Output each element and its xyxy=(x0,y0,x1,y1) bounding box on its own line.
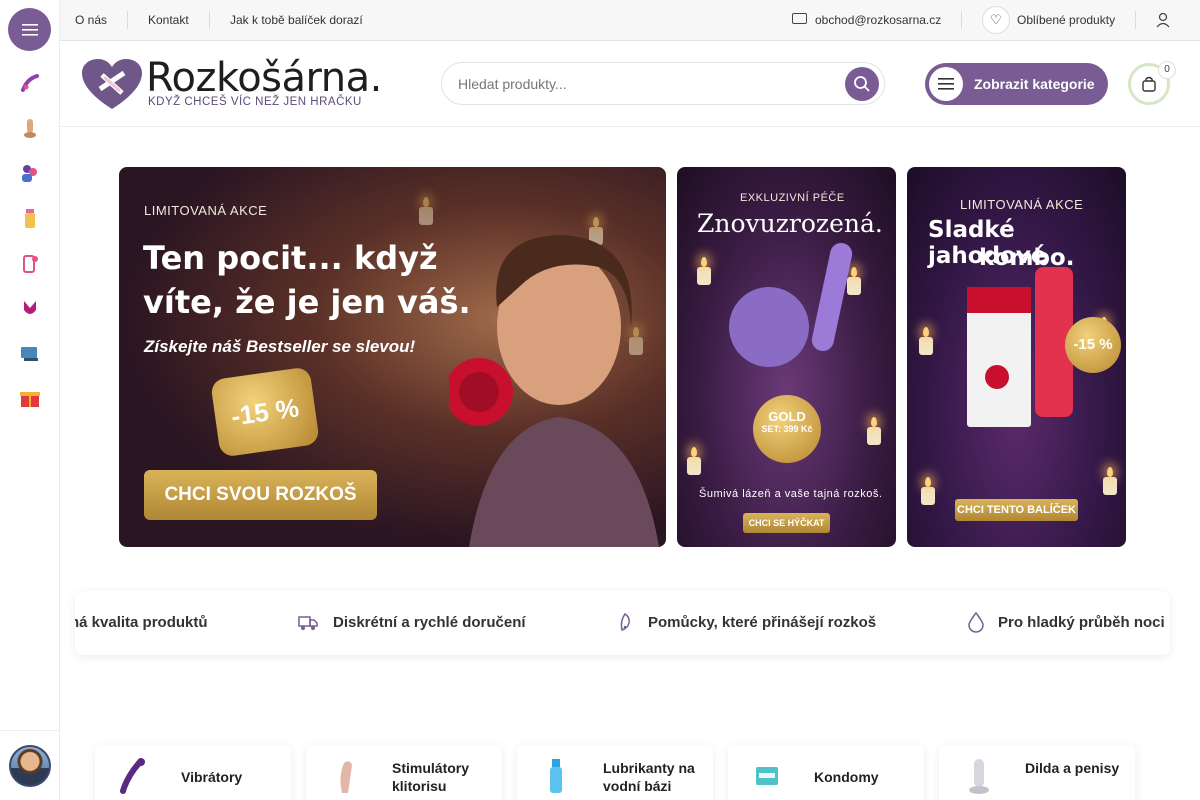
lubricant-bottle-icon xyxy=(550,759,562,793)
delivery-truck-icon xyxy=(298,616,318,630)
link-contact[interactable]: Kontakt xyxy=(148,13,189,27)
feature-lubricant: Pro hladký průběh noci xyxy=(998,614,1165,631)
user-icon[interactable] xyxy=(1154,11,1172,29)
banner-footer-text: Šumivá lázeň a vaše tajná rozkoš. xyxy=(699,488,883,500)
divider xyxy=(209,11,210,29)
candle-decoration xyxy=(687,447,701,475)
dildo-icon xyxy=(969,759,989,794)
promo-banner-middle[interactable]: EXKLUZIVNÍ PÉČE Znovuzrozená. GOLD SET: … xyxy=(677,167,896,547)
woman-with-rose-image xyxy=(449,235,659,547)
favorites-link[interactable]: Oblíbené produkty xyxy=(1017,13,1115,27)
dildo-icon[interactable] xyxy=(18,116,42,140)
banner-headline-line2: víte, že je jen váš. xyxy=(143,283,471,321)
vibrator-icon[interactable] xyxy=(18,71,42,95)
category-card-dildos[interactable]: Dilda a penisy xyxy=(939,745,1135,800)
gold-set-badge: GOLD SET: 399 Kč xyxy=(753,395,821,463)
show-categories-button[interactable]: Zobrazit kategorie xyxy=(925,63,1108,105)
support-avatar-area xyxy=(0,730,60,800)
vibrator-icon xyxy=(120,758,145,794)
discount-badge: -15 % xyxy=(210,366,320,458)
stimulator-icon xyxy=(340,761,352,793)
banner-headline: Znovuzrozená. xyxy=(697,209,883,238)
features-strip: ná kvalita produktů Diskrétní a rychlé d… xyxy=(75,591,1170,655)
header: Rozkošárna. KDYŽ CHCEŠ VÍC NEŽ JEN HRAČK… xyxy=(60,41,1200,127)
banner-kicker: EXKLUZIVNÍ PÉČE xyxy=(740,192,845,204)
banner-headline-line1: Ten pocit... když xyxy=(143,239,438,277)
banner-subline: Získejte náš Bestseller se slevou! xyxy=(144,337,416,356)
cosmetics-icon[interactable] xyxy=(18,251,42,275)
category-name: Dilda a penisy xyxy=(1025,760,1120,776)
divider xyxy=(1135,11,1136,29)
discount-badge: -15 % xyxy=(1065,317,1121,373)
cta-button[interactable]: CHCI SVOU ROZKOŠ xyxy=(144,470,377,520)
avatar[interactable] xyxy=(9,745,51,787)
lubricant-icon[interactable] xyxy=(18,206,42,230)
search-input[interactable] xyxy=(458,73,838,95)
category-name: Kondomy xyxy=(814,769,879,785)
divider xyxy=(127,11,128,29)
cart-count-badge: 0 xyxy=(1158,61,1176,79)
search-box xyxy=(441,62,885,105)
banner-kicker: LIMITOVANÁ AKCE xyxy=(960,197,1084,212)
promo-banner-right[interactable]: LIMITOVANÁ AKCE Sladké jahodové kombo. -… xyxy=(907,167,1126,547)
brand-tagline: KDYŽ CHCEŠ VÍC NEŽ JEN HRAČKU xyxy=(148,96,362,108)
cta-button[interactable]: CHCI SE HÝČKAT xyxy=(743,513,830,533)
promo-banner-main[interactable]: LIMITOVANÁ AKCE Ten pocit... když víte, … xyxy=(119,167,666,547)
category-card-vibrators[interactable]: Vibrátory xyxy=(95,745,291,800)
top-bar: O nás Kontakt Jak k tobě balíček dorazí … xyxy=(60,0,1200,41)
email-link[interactable]: obchod@rozkosarna.cz xyxy=(815,13,941,27)
banner-headline-line2: kombo. xyxy=(979,245,1075,271)
hamburger-menu-button[interactable] xyxy=(8,8,51,51)
show-categories-label: Zobrazit kategorie xyxy=(974,76,1095,92)
feature-toys: Pomůcky, které přinášejí rozkoš xyxy=(648,614,877,631)
logo[interactable]: Rozkošárna. KDYŽ CHCEŠ VÍC NEŽ JEN HRAČK… xyxy=(82,55,412,115)
condom-pack-icon xyxy=(756,767,778,785)
candle-decoration xyxy=(419,197,433,225)
category-card-water-lubricants[interactable]: Lubrikanty na vodní bázi xyxy=(517,745,713,800)
brand-name: Rozkošárna. xyxy=(146,55,382,101)
candle-decoration xyxy=(697,257,711,285)
banner-kicker: LIMITOVANÁ AKCE xyxy=(144,203,268,218)
couple-icon[interactable] xyxy=(18,161,42,185)
candle-decoration xyxy=(921,477,935,505)
logo-heart-icon xyxy=(82,59,142,109)
candle-decoration xyxy=(1103,467,1117,495)
divider xyxy=(961,11,962,29)
candle-decoration xyxy=(919,327,933,355)
feature-quality: ná kvalita produktů xyxy=(75,614,208,631)
hamburger-icon xyxy=(21,23,38,36)
search-button[interactable] xyxy=(845,67,879,101)
bdsm-icon[interactable] xyxy=(18,341,42,365)
mail-icon xyxy=(792,13,807,24)
feature-delivery: Diskrétní a rychlé doručení xyxy=(333,614,526,631)
toy-icon xyxy=(620,613,630,631)
category-card-clitoral-stimulators[interactable]: Stimulátory klitorisu xyxy=(306,745,502,800)
left-rail xyxy=(0,0,60,800)
badge-title: GOLD xyxy=(768,409,806,424)
gift-icon[interactable] xyxy=(18,386,42,410)
link-about[interactable]: O nás xyxy=(75,13,107,27)
category-card-condoms[interactable]: Kondomy xyxy=(728,745,924,800)
candle-decoration xyxy=(867,417,881,445)
category-name: Vibrátory xyxy=(181,769,243,785)
link-delivery[interactable]: Jak k tobě balíček dorazí xyxy=(230,13,363,27)
category-name: Stimulátory klitorisu xyxy=(392,760,470,794)
shopping-bag-icon xyxy=(1142,76,1156,92)
search-icon xyxy=(854,76,870,92)
category-name: Lubrikanty na vodní bázi xyxy=(603,760,695,794)
heart-icon[interactable]: ♡ xyxy=(982,6,1010,34)
lingerie-icon[interactable] xyxy=(18,296,42,320)
cta-button[interactable]: CHCI TENTO BALÍČEK xyxy=(955,499,1078,521)
hamburger-icon xyxy=(929,67,963,101)
droplet-icon xyxy=(968,611,984,633)
badge-price: SET: 399 Kč xyxy=(761,424,813,434)
bath-bomb-and-vibrator-image xyxy=(729,242,853,367)
